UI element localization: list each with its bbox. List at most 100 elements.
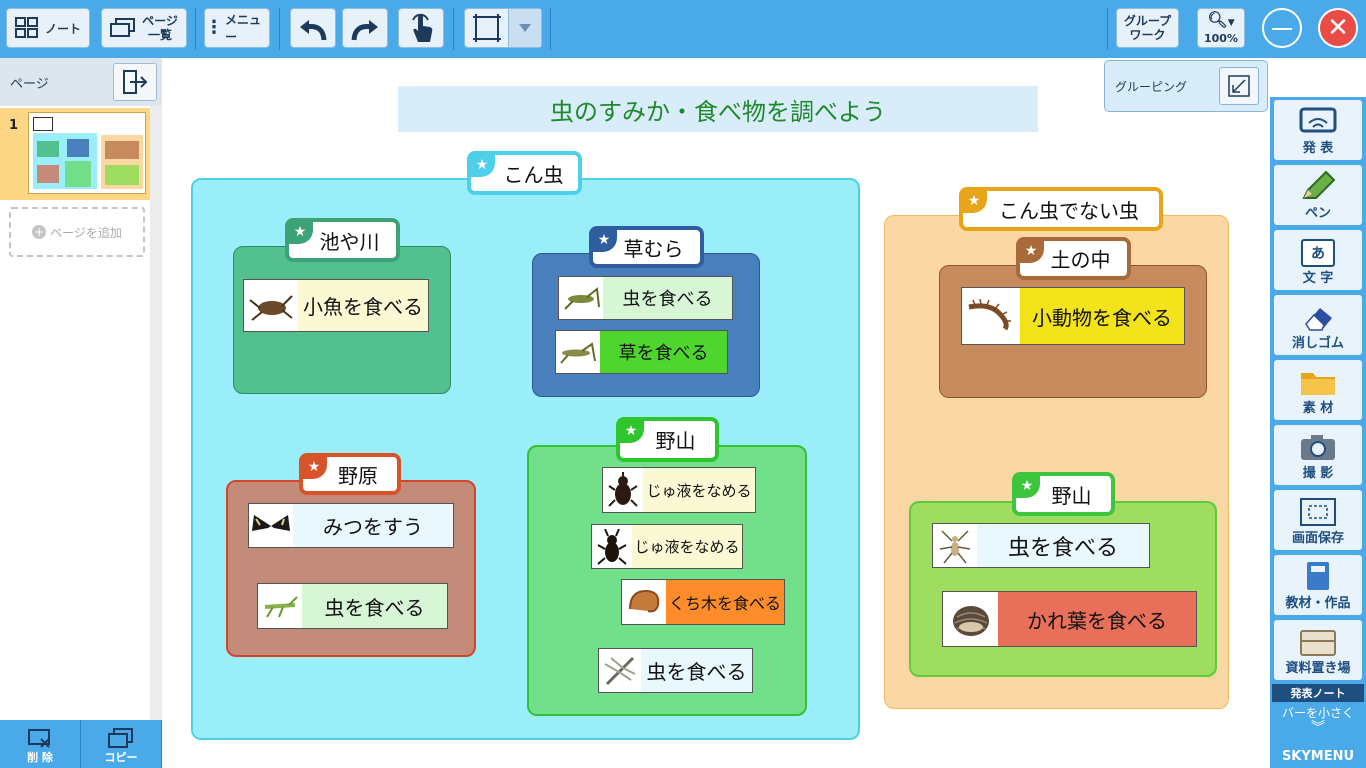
card-text: 小動物を食べる [1020, 288, 1184, 344]
redo-icon [351, 20, 378, 41]
pond-river-tag[interactable]: ★ 池や川 [285, 218, 400, 262]
screen-save-button[interactable]: 画面保存 [1274, 490, 1362, 550]
card-text: 虫を食べる [641, 649, 752, 692]
folder-icon [1301, 373, 1335, 395]
shrink-bar-button[interactable]: バーを小さく ︾ [1272, 704, 1364, 746]
works-label: 教材・作品 [1285, 596, 1351, 611]
eraser-icon [1305, 308, 1332, 331]
materials-label: 素 材 [1302, 401, 1334, 416]
camera-button[interactable]: 撮 影 [1274, 425, 1362, 485]
pond-river-label: 池や川 [319, 229, 380, 254]
chevron-down-icon[interactable] [508, 9, 541, 47]
page-list-label-2: 一覧 [147, 28, 172, 42]
insect-card[interactable]: 虫を食べる [598, 648, 753, 693]
eraser-button[interactable]: 消しゴム [1274, 295, 1362, 355]
shrink-bar-label: バーを小さく [1281, 706, 1354, 720]
underground-tag[interactable]: ★ 土の中 [1016, 237, 1131, 280]
grassland-label: 草むら [623, 236, 684, 261]
mountain-tag[interactable]: ★ 野山 [616, 417, 719, 462]
redo-button[interactable] [342, 8, 388, 48]
thumbnail-box [67, 139, 89, 157]
grasshopper-icon [556, 331, 600, 373]
insect-group-label: こん虫 [503, 162, 564, 187]
thumbnail-icon [33, 117, 53, 131]
document-box-button[interactable]: 資料置き場 [1274, 620, 1362, 680]
present-label: 発 表 [1302, 141, 1334, 156]
insect-card[interactable]: 草を食べる [555, 330, 728, 374]
insect-card[interactable]: 虫を食べる [257, 583, 448, 629]
insect-card[interactable]: じゅ液をなめる [602, 467, 756, 513]
selection-box-icon [465, 9, 508, 47]
touch-button[interactable] [398, 8, 444, 48]
grid-icon [14, 17, 38, 38]
grassland-tag[interactable]: ★ 草むら [589, 226, 704, 268]
delete-label: 削 除 [27, 751, 53, 764]
minimize-button[interactable] [1262, 8, 1302, 48]
note-button[interactable]: ノート [6, 8, 90, 48]
page-list-label-1: ページ [142, 14, 178, 28]
page-title[interactable]: 虫のすみか・食べ物を調べよう [398, 86, 1038, 132]
copy-page-button[interactable]: コピー [81, 720, 162, 768]
delete-page-button[interactable]: 削 除 [0, 720, 81, 768]
book-icon [1307, 562, 1329, 590]
page-thumbnail-item[interactable]: 1 [0, 108, 150, 200]
presentation-note-label: 発表ノート [1290, 687, 1346, 700]
double-chevron-down-icon: ︾ [1311, 720, 1325, 736]
mountain-tag-2[interactable]: ★ 野山 [1012, 472, 1115, 516]
hand-pointer-icon [412, 13, 433, 42]
undo-button[interactable] [290, 8, 336, 48]
page-list-button[interactable]: ページ 一覧 [101, 8, 187, 48]
text-hiragana-icon: あ [1301, 239, 1335, 267]
pen-button[interactable]: ペン [1274, 165, 1362, 225]
insect-card[interactable]: 虫を食べる [558, 276, 733, 320]
card-text: 草を食べる [600, 331, 727, 373]
mantis-icon [258, 584, 302, 628]
close-button[interactable]: ✕ [1318, 8, 1358, 48]
group-work-button[interactable]: グループ ワーク [1116, 8, 1179, 48]
creature-card[interactable]: かれ葉を食べる [942, 591, 1197, 647]
copy-label: コピー [104, 751, 138, 764]
page-panel-scrollbar[interactable] [150, 106, 162, 720]
text-button[interactable]: あ 文 字 [1274, 230, 1362, 290]
grassland-group[interactable] [532, 253, 760, 397]
shrink-arrow-icon [1228, 75, 1250, 97]
grouping-button[interactable]: グルーピング [1104, 60, 1268, 112]
presentation-note-button[interactable]: 発表ノート [1272, 684, 1364, 702]
non-insect-group-label: こん虫でない虫 [999, 198, 1139, 223]
tray-icon [1300, 630, 1336, 656]
beetle-icon [603, 468, 643, 512]
present-button[interactable]: 発 表 [1274, 100, 1362, 160]
insect-group-tag[interactable]: ★ こん虫 [467, 151, 582, 195]
field-tag[interactable]: ★ 野原 [299, 453, 401, 495]
thumbnail-box [37, 141, 59, 157]
copy-icon [108, 728, 133, 748]
creature-card[interactable]: 小動物を食べる [961, 287, 1185, 345]
insect-card[interactable]: じゅ液をなめる [591, 524, 743, 569]
creature-card[interactable]: 虫を食べる [932, 523, 1150, 568]
star-icon: ★ [287, 220, 313, 244]
page-list-icon [110, 18, 136, 37]
toolbar-divider [1107, 8, 1108, 50]
insect-card[interactable]: くち木を食べる [621, 579, 785, 625]
grouping-toggle[interactable] [1219, 67, 1259, 105]
insect-card[interactable]: みつをすう [248, 503, 454, 548]
thumbnail-box [37, 165, 59, 183]
toolbar-divider [195, 8, 196, 50]
card-text: じゅ液をなめる [632, 525, 742, 568]
non-insect-group-tag[interactable]: ★ こん虫でない虫 [959, 187, 1163, 231]
butterfly-icon [249, 504, 293, 547]
works-button[interactable]: 教材・作品 [1274, 555, 1362, 615]
star-icon: ★ [301, 455, 327, 479]
pen-label: ペン [1304, 206, 1331, 221]
materials-button[interactable]: 素 材 [1274, 360, 1362, 420]
zoom-level: 100% [1204, 32, 1238, 45]
toolbar-divider [279, 8, 280, 50]
zoom-button[interactable]: 🔍︎▼ 100% [1197, 8, 1245, 48]
select-area-button[interactable] [464, 8, 542, 48]
menu-button[interactable]: ⋮ メニュー [204, 8, 270, 48]
add-page-label: ページを追加 [50, 225, 122, 240]
collapse-panel-button[interactable] [113, 63, 157, 101]
larva-icon [622, 580, 666, 624]
insect-card[interactable]: 小魚を食べる [243, 279, 429, 332]
add-page-button[interactable]: + ページを追加 [9, 207, 145, 257]
